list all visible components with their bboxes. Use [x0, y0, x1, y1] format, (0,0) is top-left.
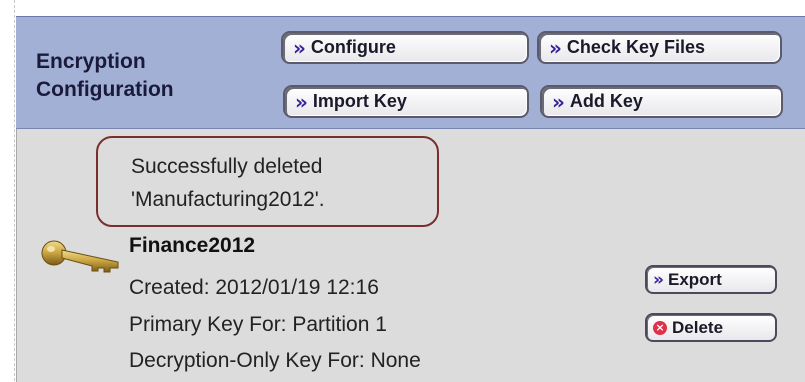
add-key-button-label: Add Key	[569, 91, 643, 111]
key-name: Finance2012	[129, 234, 256, 257]
key-primary: Primary Key For: Partition 1	[129, 313, 387, 336]
export-button-label: Export	[667, 269, 722, 289]
page-title-line2: Configuration	[36, 78, 174, 101]
top-margin	[0, 0, 805, 16]
double-chevron-right-icon: »	[552, 89, 565, 114]
double-chevron-right-icon: »	[295, 89, 308, 114]
left-margin	[0, 0, 15, 381]
page-title: Encryption Configuration	[36, 48, 174, 104]
export-button[interactable]: » Export	[645, 265, 777, 294]
import-key-button-label: Import Key	[312, 91, 407, 111]
delete-button-label: Delete	[672, 317, 724, 337]
status-message-line1: Successfully deleted	[131, 155, 323, 178]
key-created: Created: 2012/01/19 12:16	[129, 276, 379, 299]
import-key-button[interactable]: » Import Key	[283, 85, 529, 118]
page-title-line1: Encryption	[36, 50, 146, 73]
check-key-files-button[interactable]: » Check Key Files	[537, 31, 782, 64]
window-frame: Encryption Configuration » Configure » C…	[0, 0, 805, 382]
check-key-files-button-label: Check Key Files	[566, 37, 705, 57]
status-message: Successfully deleted 'Manufacturing2012'…	[131, 150, 325, 216]
delete-x-icon: ×	[653, 320, 667, 335]
delete-button[interactable]: × Delete	[645, 313, 777, 342]
key-decryption-only: Decryption-Only Key For: None	[129, 349, 421, 372]
double-chevron-right-icon: »	[653, 269, 664, 290]
configure-button-label: Configure	[310, 37, 396, 57]
double-chevron-right-icon: »	[549, 35, 562, 60]
double-chevron-right-icon: »	[293, 35, 306, 60]
key-icon	[41, 240, 119, 273]
status-message-line2: 'Manufacturing2012'.	[131, 188, 325, 211]
add-key-button[interactable]: » Add Key	[540, 85, 783, 118]
configure-button[interactable]: » Configure	[281, 31, 529, 64]
